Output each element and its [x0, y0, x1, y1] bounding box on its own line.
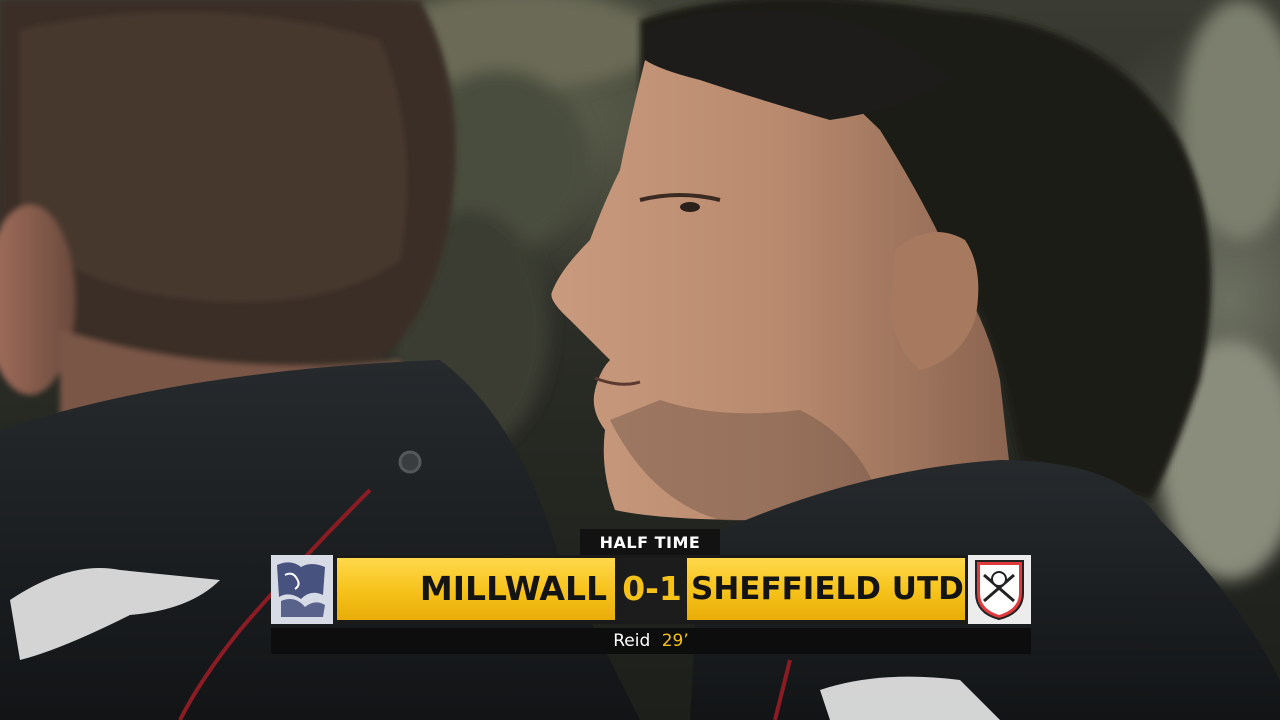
- goal-scorers-bar: Reid 29’: [271, 628, 1031, 654]
- broadcast-frame: HALF TIME MILLWALL 0-1 SHEFFIELD UTD Rei…: [0, 0, 1280, 720]
- score: 0-1: [617, 558, 687, 620]
- away-team-name: SHEFFIELD UTD: [687, 558, 965, 620]
- goal-scorer-name: Reid: [613, 631, 651, 651]
- goal-minute: 29’: [661, 631, 689, 651]
- home-team-name: MILLWALL: [337, 558, 615, 620]
- millwall-lion-crest-icon: [271, 555, 333, 624]
- sheffield-united-blades-crest-icon: [968, 555, 1031, 624]
- match-status-label: HALF TIME: [580, 529, 720, 556]
